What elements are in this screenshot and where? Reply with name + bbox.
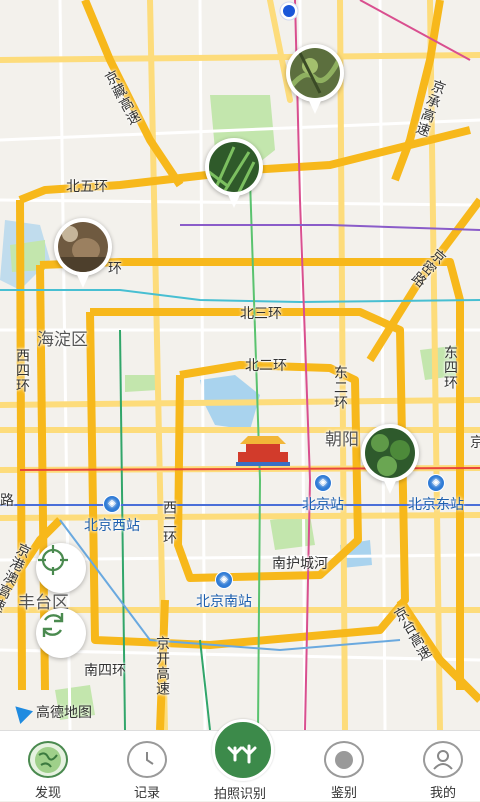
- plant-photo-thumbnail: [58, 222, 108, 272]
- road-label-dongsihuan: 东四环: [442, 345, 458, 390]
- train-station-icon: ◈: [215, 571, 233, 589]
- refresh-icon: [42, 613, 64, 637]
- road-label-beiwuhuan: 北五环: [66, 179, 108, 195]
- photo-marker[interactable]: [286, 44, 344, 120]
- road-label-nansihuan: 南四环: [84, 663, 126, 679]
- amap-logo: 高德地图: [8, 699, 92, 725]
- user-location-dot: [283, 5, 295, 17]
- user-icon: [423, 741, 463, 778]
- locate-button[interactable]: [36, 543, 86, 593]
- tab-label: 我的: [429, 786, 456, 801]
- area-label-chaoyang: 朝阳: [325, 430, 359, 450]
- plant-photo-thumbnail: [209, 142, 259, 192]
- road-label-beierhuan: 北二环: [245, 358, 287, 374]
- road-label-xisihuan: 西四环: [14, 348, 30, 393]
- tab-identify[interactable]: 鉴别: [304, 731, 384, 801]
- station-beijingnan[interactable]: ◈ 北京南站: [196, 571, 252, 611]
- globe-icon: [28, 741, 68, 778]
- station-label: 北京西站: [84, 518, 140, 534]
- road-label-beisanhuan: 北三环: [240, 306, 282, 322]
- photo-marker[interactable]: [361, 424, 419, 500]
- station-label: 北京南站: [196, 594, 252, 610]
- target-circle-icon: [324, 741, 364, 778]
- road-label-dongerhuan: 东二环: [332, 365, 348, 410]
- clock-icon: [127, 741, 167, 778]
- tab-label: 发现: [34, 786, 61, 801]
- station-beijingxi[interactable]: ◈ 北京西站: [84, 495, 140, 535]
- train-station-icon: ◈: [103, 495, 121, 513]
- amap-arrow-icon: [8, 699, 34, 725]
- road-label-jingkai: 京开高速: [154, 636, 170, 696]
- train-station-icon: ◈: [427, 474, 445, 492]
- bottom-tab-bar: 发现 记录 拍照识别 鉴别 我的: [0, 719, 480, 802]
- photo-marker[interactable]: [205, 138, 263, 214]
- tab-record[interactable]: 记录: [107, 731, 187, 801]
- tab-label: 记录: [133, 786, 160, 801]
- road-label-nanhucheng: 南护城河: [272, 556, 328, 572]
- photo-marker[interactable]: [54, 218, 112, 294]
- crosshair-icon: [38, 545, 68, 575]
- tab-discover[interactable]: 发现: [8, 731, 88, 801]
- tiananmen-icon: [236, 436, 290, 466]
- road-label-jing: 京: [470, 435, 480, 451]
- map-view[interactable]: 海淀区 丰台区 朝阳 京藏高速 京承高速 北五环 环 北三环 北二环 西四环 西…: [0, 0, 480, 730]
- refresh-button[interactable]: [36, 608, 86, 658]
- plant-photo-thumbnail: [365, 428, 415, 478]
- road-label-xierhuan: 西二环: [161, 500, 177, 545]
- road-label-lu: 路: [0, 493, 14, 509]
- area-label-haidian: 海淀区: [37, 330, 88, 350]
- plant-sprout-icon: [212, 719, 274, 781]
- train-station-icon: ◈: [314, 474, 332, 492]
- tab-mine[interactable]: 我的: [403, 731, 480, 801]
- tab-label: 拍照识别: [213, 787, 266, 802]
- station-beijing[interactable]: ◈ 北京站: [302, 474, 344, 514]
- tab-photo-identify[interactable]: 拍照识别: [210, 719, 290, 802]
- station-label: 北京站: [302, 497, 344, 513]
- tab-label: 鉴别: [330, 786, 357, 801]
- plant-photo-thumbnail: [290, 48, 340, 98]
